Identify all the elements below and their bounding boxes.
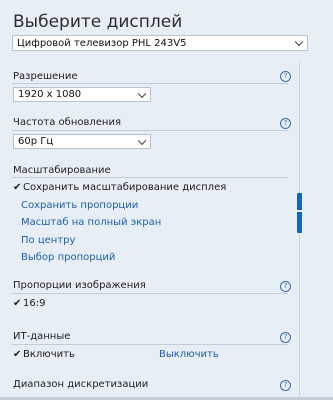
section-divider xyxy=(12,130,288,131)
check-icon: ✔ xyxy=(13,298,22,309)
chevron-down-icon xyxy=(137,89,147,98)
it-data-label: ИТ-данные xyxy=(13,331,71,342)
resolution-select[interactable]: 1920 x 1080 xyxy=(13,87,151,102)
resolution-select-value: 1920 x 1080 xyxy=(18,89,82,100)
aspect-label: Пропорции изображения xyxy=(13,280,146,291)
scaling-option-full-screen[interactable]: Масштаб на полный экран xyxy=(21,217,161,228)
help-icon[interactable]: ? xyxy=(280,380,291,391)
check-icon: ✔ xyxy=(13,349,22,360)
display-select-value: Цифровой телевизор PHL 243V5 xyxy=(17,37,187,49)
aspect-selected-label: 16:9 xyxy=(23,298,46,309)
help-icon[interactable]: ? xyxy=(280,281,291,292)
scaling-option-keep-aspect[interactable]: Сохранить пропорции xyxy=(21,200,138,211)
scaling-label: Масштабирование xyxy=(13,165,111,176)
chevron-down-icon xyxy=(294,37,304,47)
scrollbar-grip xyxy=(296,210,303,212)
it-data-off-link[interactable]: Выключить xyxy=(159,349,219,360)
section-divider xyxy=(12,177,288,178)
help-icon[interactable]: ? xyxy=(280,332,291,343)
chevron-down-icon xyxy=(137,136,147,145)
it-data-on-label: Включить xyxy=(23,349,75,360)
refresh-rate-select[interactable]: 60р Гц xyxy=(13,134,151,149)
help-icon[interactable]: ? xyxy=(280,71,291,82)
scaling-option-center[interactable]: По центру xyxy=(21,235,75,246)
section-divider xyxy=(12,293,288,294)
refresh-rate-label: Частота обновления xyxy=(13,117,121,128)
section-divider xyxy=(12,83,288,84)
check-icon: ✔ xyxy=(13,182,22,193)
refresh-rate-select-value: 60р Гц xyxy=(18,136,54,147)
display-select[interactable]: Цифровой телевизор PHL 243V5 xyxy=(12,35,308,51)
scaling-selected-option[interactable]: ✔ Сохранить масштабирование дисплея xyxy=(13,182,226,193)
sampling-range-label: Диапазон дискретизации xyxy=(13,379,149,390)
scaling-option-choose-aspect[interactable]: Выбор пропорций xyxy=(21,252,115,263)
page-title: Выберите дисплей xyxy=(13,12,183,32)
resolution-label: Разрешение xyxy=(13,71,78,82)
help-icon[interactable]: ? xyxy=(280,118,291,129)
scrollbar-thumb[interactable] xyxy=(297,193,302,233)
scaling-selected-label: Сохранить масштабирование дисплея xyxy=(23,182,227,193)
it-data-on-option[interactable]: ✔ Включить xyxy=(13,349,75,360)
section-divider xyxy=(12,344,288,345)
aspect-selected-option[interactable]: ✔ 16:9 xyxy=(13,298,45,309)
